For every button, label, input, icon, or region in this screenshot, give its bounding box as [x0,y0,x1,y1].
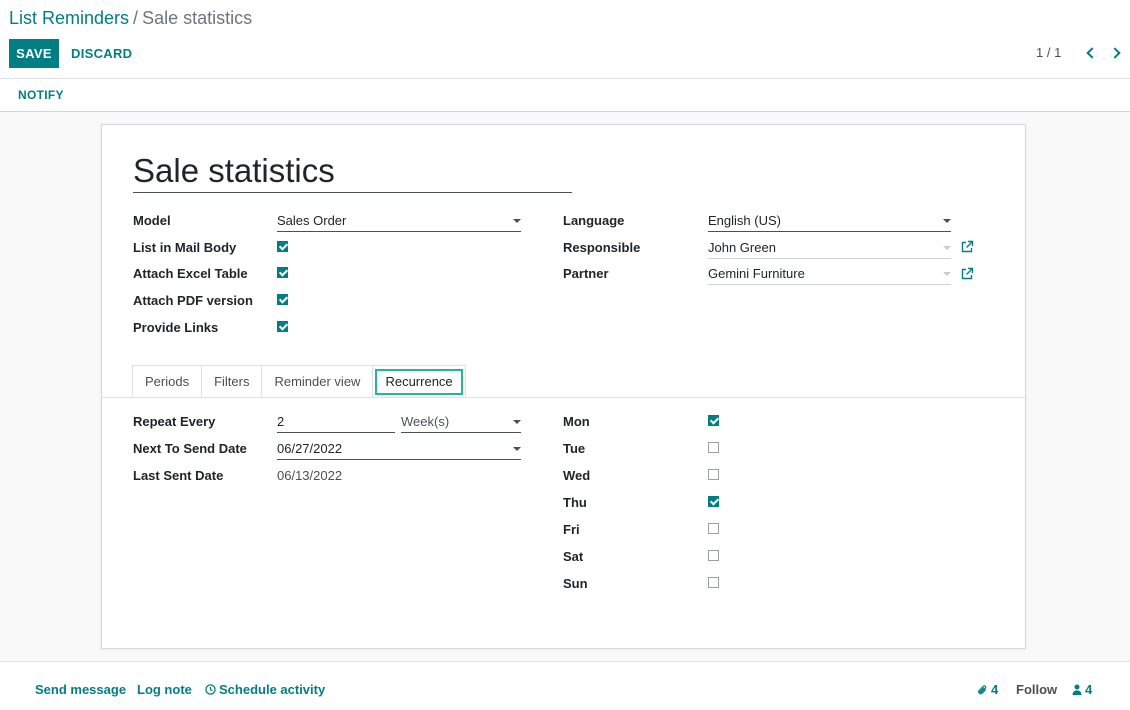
external-link-icon[interactable] [960,267,974,281]
responsible-label: Responsible [563,240,641,255]
control-panel: List Reminders / Sale statistics SAVE DISC… [0,0,1130,79]
last-sent-date-label: Last Sent Date [133,468,224,483]
day-checkbox-fri[interactable] [708,523,719,534]
tab-recurrence-label: Recurrence [375,368,463,395]
caret-down-icon [513,420,521,424]
day-checkbox-wed[interactable] [708,469,719,480]
breadcrumb-separator: / [133,8,139,28]
attach-excel-checkbox[interactable] [277,267,288,278]
language-label: Language [563,213,625,228]
pager-next-button[interactable] [1106,42,1126,64]
chatter-topbar: Send message Log note Schedule activity … [0,661,1130,710]
form-statusbar: NOTIFY [0,79,1130,112]
next-send-date-label: Next To Send Date [133,441,247,456]
caret-down-icon [513,447,521,451]
model-label: Model [133,213,171,228]
caret-down-icon [513,219,521,223]
responsible-value: John Green [708,240,776,255]
save-button[interactable]: SAVE [9,39,59,68]
day-label-sun: Sun [563,576,588,591]
pager-value[interactable]: 1 / 1 [1036,45,1061,60]
language-field[interactable]: English (US) [708,210,951,232]
record-title-input[interactable] [133,149,572,193]
chevron-right-icon [1108,47,1121,59]
followers-button[interactable]: 4 [1072,682,1092,697]
day-checkbox-tue[interactable] [708,442,719,453]
user-icon [1072,684,1082,695]
log-note-button[interactable]: Log note [137,682,192,697]
responsible-field[interactable]: John Green [708,237,951,259]
repeat-every-label: Repeat Every [133,414,216,429]
breadcrumb-current: Sale statistics [142,8,253,28]
attach-pdf-checkbox[interactable] [277,294,288,305]
tabs-divider [102,397,1025,398]
clock-icon [205,684,216,695]
day-label-wed: Wed [563,468,591,483]
attach-pdf-label: Attach PDF version [133,293,253,308]
model-value: Sales Order [277,213,347,228]
list-in-mail-body-checkbox[interactable] [277,241,288,252]
tab-periods[interactable]: Periods [132,365,203,397]
repeat-unit-value: Week(s) [401,414,450,429]
caret-down-icon [943,219,951,223]
partner-value: Gemini Furniture [708,266,805,281]
pager-previous-button[interactable] [1080,42,1100,64]
attachments-button[interactable]: 4 [977,682,998,697]
follow-button[interactable]: Follow [1016,682,1057,697]
notify-button[interactable]: NOTIFY [9,84,73,106]
schedule-activity-button[interactable]: Schedule activity [205,682,325,697]
list-in-mail-body-label: List in Mail Body [133,240,237,255]
day-label-fri: Fri [563,522,580,537]
tab-recurrence[interactable]: Recurrence [372,365,466,397]
attach-excel-label: Attach Excel Table [133,266,248,281]
repeat-every-value: 2 [277,414,285,429]
day-checkbox-sun[interactable] [708,577,719,588]
partner-field[interactable]: Gemini Furniture [708,263,951,285]
schedule-activity-label: Schedule activity [219,682,326,697]
caret-down-icon [943,246,951,250]
language-value: English (US) [708,213,781,228]
next-send-date-field[interactable]: 06/27/2022 [277,438,521,460]
day-label-tue: Tue [563,441,586,456]
last-sent-date-value: 06/13/2022 [277,468,343,483]
breadcrumb: List Reminders / Sale statistics [9,8,252,29]
partner-label: Partner [563,266,609,281]
tab-filters[interactable]: Filters [201,365,263,397]
model-field[interactable]: Sales Order [277,210,521,232]
breadcrumb-parent-link[interactable]: List Reminders [9,8,129,28]
next-send-date-value: 06/27/2022 [277,441,343,456]
form-sheet: Model Sales Order List in Mail Body Atta… [101,124,1026,649]
followers-count: 4 [1085,682,1093,697]
attachments-count: 4 [991,682,999,697]
repeat-every-input[interactable]: 2 [277,411,395,433]
day-label-mon: Mon [563,414,590,429]
day-checkbox-mon[interactable] [708,415,719,426]
repeat-unit-select[interactable]: Week(s) [401,411,521,433]
provide-links-label: Provide Links [133,320,219,335]
day-label-sat: Sat [563,549,584,564]
chevron-left-icon [1085,47,1098,59]
provide-links-checkbox[interactable] [277,321,288,332]
send-message-button[interactable]: Send message [35,682,126,697]
caret-down-icon [943,272,951,276]
notebook-tabs: Periods Filters Reminder view Recurrence [132,365,466,397]
paperclip-icon [978,684,987,694]
tab-reminder-view[interactable]: Reminder view [261,365,374,397]
day-checkbox-sat[interactable] [708,550,719,561]
external-link-icon[interactable] [960,240,974,254]
day-checkbox-thu[interactable] [708,496,719,507]
discard-button[interactable]: DISCARD [62,39,141,68]
day-label-thu: Thu [563,495,587,510]
